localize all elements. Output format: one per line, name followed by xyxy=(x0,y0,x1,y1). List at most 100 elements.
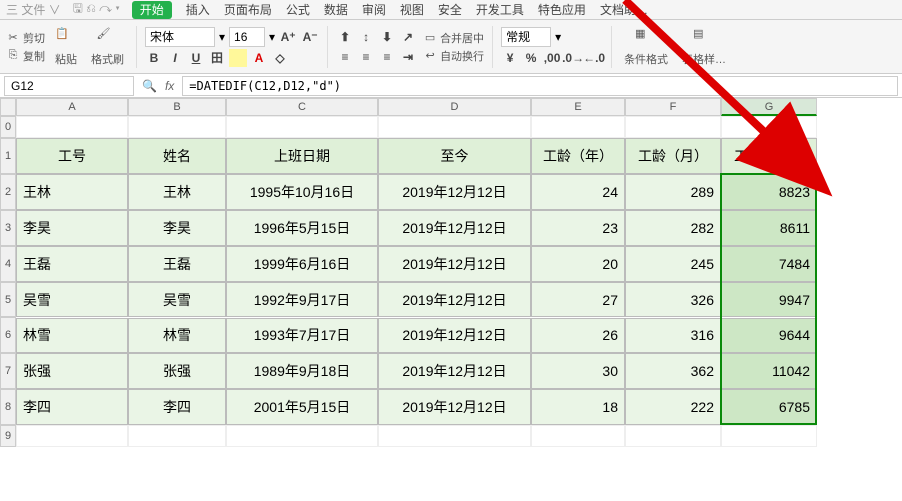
copy-button[interactable]: ⎘复制 xyxy=(6,48,45,64)
table-cell[interactable]: 李四 xyxy=(16,389,128,425)
row-header[interactable]: 9 xyxy=(0,425,16,447)
font-color-button[interactable]: A xyxy=(250,49,268,67)
empty-cell[interactable] xyxy=(625,116,721,138)
ribbon-tab[interactable]: 审阅 xyxy=(362,3,386,17)
table-cell[interactable]: 吴雪 xyxy=(16,282,128,318)
align-left-icon[interactable]: ≡ xyxy=(336,48,354,66)
col-header[interactable]: E xyxy=(531,98,625,116)
font-name-input[interactable] xyxy=(145,27,215,47)
col-header[interactable]: A xyxy=(16,98,128,116)
more-font-button[interactable]: ◇ xyxy=(271,49,289,67)
empty-cell[interactable] xyxy=(378,425,531,447)
ribbon-tab[interactable]: 视图 xyxy=(400,3,424,17)
table-cell[interactable]: 1996年5月15日 xyxy=(226,210,378,246)
table-header-cell[interactable]: 上班日期 xyxy=(226,138,378,174)
table-cell[interactable]: 9947 xyxy=(721,282,817,318)
table-cell[interactable]: 289 xyxy=(625,174,721,210)
table-header-cell[interactable]: 工龄（日） xyxy=(721,138,817,174)
table-cell[interactable]: 林雪 xyxy=(128,318,226,354)
empty-cell[interactable] xyxy=(128,425,226,447)
orient-icon[interactable]: ↗ xyxy=(399,28,417,46)
table-cell[interactable]: 2019年12月12日 xyxy=(378,389,531,425)
table-cell[interactable]: 2019年12月12日 xyxy=(378,210,531,246)
empty-cell[interactable] xyxy=(226,116,378,138)
empty-cell[interactable] xyxy=(531,425,625,447)
col-header[interactable]: B xyxy=(128,98,226,116)
table-header-cell[interactable]: 姓名 xyxy=(128,138,226,174)
col-header[interactable]: D xyxy=(378,98,531,116)
table-cell[interactable]: 2019年12月12日 xyxy=(378,318,531,354)
align-bot-icon[interactable]: ⬇ xyxy=(378,28,396,46)
decrease-font-icon[interactable]: A⁻ xyxy=(301,28,319,46)
quick-icons[interactable]: 🖫 ⎌ ↷ ▾ xyxy=(73,0,120,20)
table-cell[interactable]: 1992年9月17日 xyxy=(226,282,378,318)
table-cell[interactable]: 18 xyxy=(531,389,625,425)
table-cell[interactable]: 张强 xyxy=(128,353,226,389)
name-box[interactable]: G12 xyxy=(4,76,134,96)
empty-cell[interactable] xyxy=(226,425,378,447)
empty-cell[interactable] xyxy=(625,425,721,447)
file-menu[interactable]: 三 文件 ∨ xyxy=(6,1,61,18)
dec-inc-icon[interactable]: .0→ xyxy=(564,49,582,67)
row-header[interactable]: 3 xyxy=(0,210,16,246)
table-cell[interactable]: 张强 xyxy=(16,353,128,389)
table-cell[interactable]: 20 xyxy=(531,246,625,282)
select-all-corner[interactable] xyxy=(0,98,16,116)
table-cell[interactable]: 9644 xyxy=(721,318,817,354)
fill-color-button[interactable] xyxy=(229,49,247,67)
empty-cell[interactable] xyxy=(721,116,817,138)
ribbon-tab[interactable]: 插入 xyxy=(186,3,210,17)
table-cell[interactable]: 23 xyxy=(531,210,625,246)
ribbon-tab[interactable]: 开发工具 xyxy=(476,3,524,17)
wrap-button[interactable]: ↩自动换行 xyxy=(423,48,484,64)
table-cell[interactable]: 326 xyxy=(625,282,721,318)
table-cell[interactable]: 7484 xyxy=(721,246,817,282)
dec-dec-icon[interactable]: ←.0 xyxy=(585,49,603,67)
table-style-button[interactable]: ▤表格样… xyxy=(678,25,730,69)
row-header[interactable]: 5 xyxy=(0,282,16,318)
table-cell[interactable]: 26 xyxy=(531,318,625,354)
table-cell[interactable]: 王林 xyxy=(16,174,128,210)
table-cell[interactable]: 245 xyxy=(625,246,721,282)
table-header-cell[interactable]: 工龄（月） xyxy=(625,138,721,174)
align-mid-icon[interactable]: ↕ xyxy=(357,28,375,46)
table-cell[interactable]: 李昊 xyxy=(128,210,226,246)
empty-cell[interactable] xyxy=(16,116,128,138)
table-cell[interactable]: 1995年10月16日 xyxy=(226,174,378,210)
table-cell[interactable]: 李四 xyxy=(128,389,226,425)
table-cell[interactable]: 1993年7月17日 xyxy=(226,318,378,354)
table-cell[interactable]: 王磊 xyxy=(16,246,128,282)
font-size-input[interactable] xyxy=(229,27,265,47)
percent-icon[interactable]: % xyxy=(522,49,540,67)
table-cell[interactable]: 1989年9月18日 xyxy=(226,353,378,389)
ribbon-tab[interactable]: 文档助… xyxy=(600,3,648,17)
table-cell[interactable]: 王磊 xyxy=(128,246,226,282)
bold-button[interactable]: B xyxy=(145,49,163,67)
row-header[interactable]: 4 xyxy=(0,246,16,282)
fx-icon[interactable]: fx xyxy=(165,79,174,93)
col-header[interactable]: G xyxy=(721,98,817,116)
currency-icon[interactable]: ¥ xyxy=(501,49,519,67)
table-header-cell[interactable]: 工号 xyxy=(16,138,128,174)
table-cell[interactable]: 2019年12月12日 xyxy=(378,282,531,318)
table-cell[interactable]: 8823 xyxy=(721,174,817,210)
row-header[interactable]: 1 xyxy=(0,138,16,174)
empty-cell[interactable] xyxy=(378,116,531,138)
row-header[interactable]: 8 xyxy=(0,389,16,425)
table-cell[interactable]: 林雪 xyxy=(16,318,128,354)
table-cell[interactable]: 6785 xyxy=(721,389,817,425)
table-cell[interactable]: 222 xyxy=(625,389,721,425)
zoom-icon[interactable]: 🔍 xyxy=(142,79,157,93)
row-header[interactable]: 2 xyxy=(0,174,16,210)
table-header-cell[interactable]: 工龄（年） xyxy=(531,138,625,174)
table-cell[interactable]: 吴雪 xyxy=(128,282,226,318)
table-cell[interactable]: 30 xyxy=(531,353,625,389)
align-right-icon[interactable]: ≡ xyxy=(378,48,396,66)
indent-icon[interactable]: ⇥ xyxy=(399,48,417,66)
table-cell[interactable]: 316 xyxy=(625,318,721,354)
table-cell[interactable]: 2019年12月12日 xyxy=(378,174,531,210)
table-cell[interactable]: 24 xyxy=(531,174,625,210)
table-cell[interactable]: 1999年6月16日 xyxy=(226,246,378,282)
empty-cell[interactable] xyxy=(721,425,817,447)
border-button[interactable]: 田 xyxy=(208,49,226,67)
